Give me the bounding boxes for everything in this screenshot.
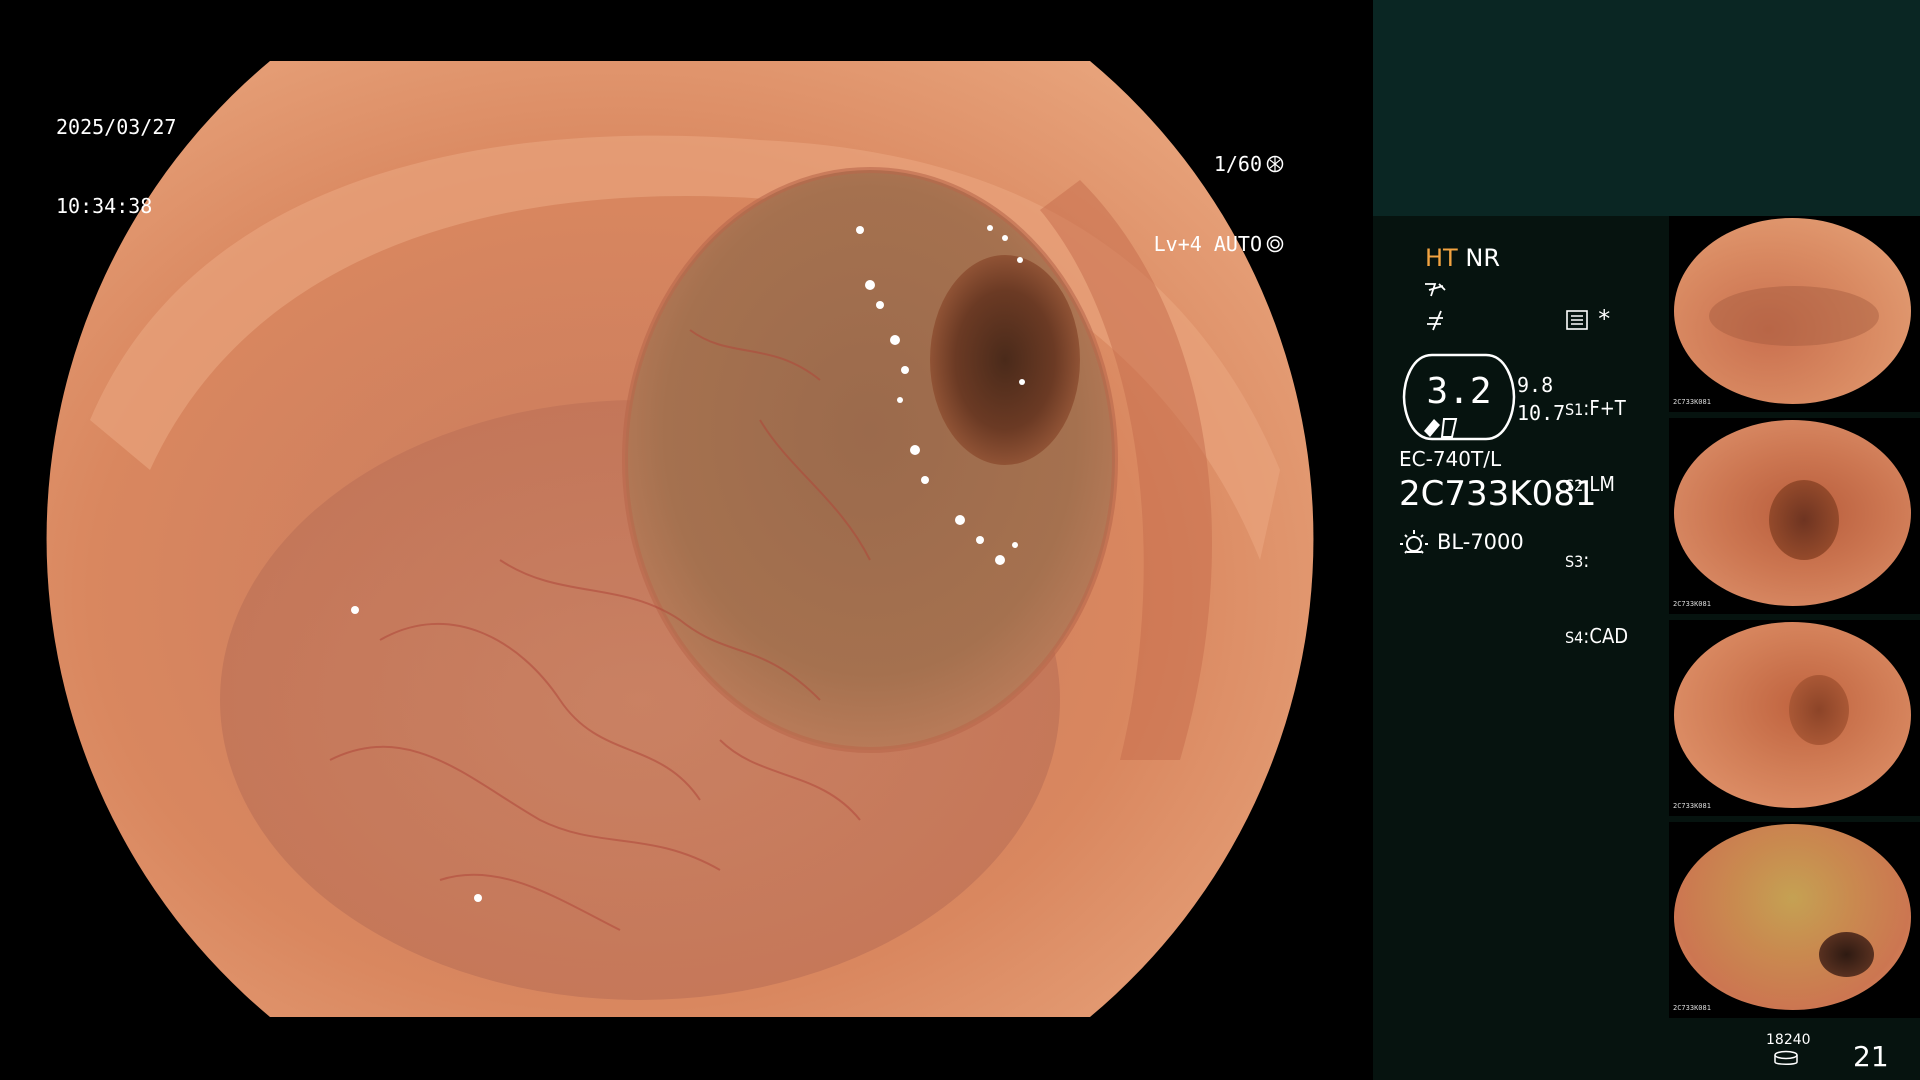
- capture-count: 21: [1853, 1040, 1889, 1073]
- thumbnail-4-image: [1674, 824, 1911, 1010]
- zoom-value: 3.2: [1426, 371, 1492, 412]
- light-source-label: BL-7000: [1437, 530, 1524, 554]
- slot-s4: S4:CAD: [1565, 624, 1629, 648]
- thumbnail-3-serial: 2C733K081: [1673, 802, 1711, 810]
- zoom-side-top: 9.8: [1517, 373, 1554, 397]
- nr-label: NR: [1465, 244, 1500, 272]
- date-text: 2025/03/27: [56, 115, 177, 139]
- scope-serial: 2C733K081: [1399, 474, 1597, 514]
- exposure-display: 1/60 Lv+4 AUTO: [1154, 98, 1284, 310]
- thumbnail-2-serial: 2C733K081: [1673, 600, 1711, 608]
- thumbnail-1-fold: [1709, 286, 1879, 346]
- thumbnail-4-lumen: [1819, 932, 1874, 977]
- sidebar-header-panel: [1373, 0, 1920, 216]
- thumbnail-1-serial: 2C733K081: [1673, 398, 1711, 406]
- thumbnail-3-lumen: [1789, 675, 1849, 745]
- zoom-side-values: 9.8 10.7: [1517, 371, 1565, 427]
- thumbnail-1[interactable]: 2C733K081: [1669, 216, 1920, 412]
- ht-nr-indicator: HT NR: [1425, 244, 1500, 272]
- datetime-display: 2025/03/27 10:34:38: [56, 62, 176, 272]
- thumbnail-3[interactable]: 2C733K081: [1669, 620, 1920, 816]
- switch-slots: S1:F+T S2:LM S3: S4:CAD: [1565, 346, 1628, 700]
- iris-icon: [1266, 235, 1284, 253]
- light-source-icon: [1400, 530, 1428, 554]
- star-marker: *: [1597, 305, 1612, 333]
- enhancement-icon: [1425, 283, 1446, 297]
- slot-s1: S1:F+T: [1565, 396, 1626, 420]
- status-sidebar: HT NR * 3.2 9.8 10.7 S1:F+T S2:LM S3: S4:…: [1373, 0, 1920, 1080]
- slot-s3: S3:: [1565, 548, 1590, 572]
- captured-thumbnails: 2C733K081 2C733K081 2C733K081 2C733K081: [1669, 216, 1920, 1026]
- thumbnail-2-lumen: [1769, 480, 1839, 560]
- thumbnail-2[interactable]: 2C733K081: [1669, 418, 1920, 614]
- storage-counter-small: 18240: [1766, 1032, 1811, 1048]
- shutter-text: 1/60: [1213, 152, 1262, 176]
- time-text: 10:34:38: [56, 194, 153, 218]
- noise-filter-icon: [1427, 310, 1443, 331]
- storage-disk-icon: [1774, 1050, 1798, 1065]
- level-text: Lv+4 AUTO: [1153, 232, 1262, 256]
- aperture-icon: [1266, 155, 1284, 173]
- zoom-side-bottom: 10.7: [1517, 401, 1566, 425]
- thumbnail-4-serial: 2C733K081: [1673, 1004, 1711, 1012]
- ht-label: HT: [1425, 244, 1458, 272]
- thumbnail-4[interactable]: 2C733K081: [1669, 822, 1920, 1018]
- scope-model: EC-740T/L: [1399, 447, 1502, 471]
- menu-icon: [1566, 310, 1588, 330]
- endoscope-viewport: 2025/03/27 10:34:38 1/60 Lv+4 AUTO: [0, 0, 1372, 1080]
